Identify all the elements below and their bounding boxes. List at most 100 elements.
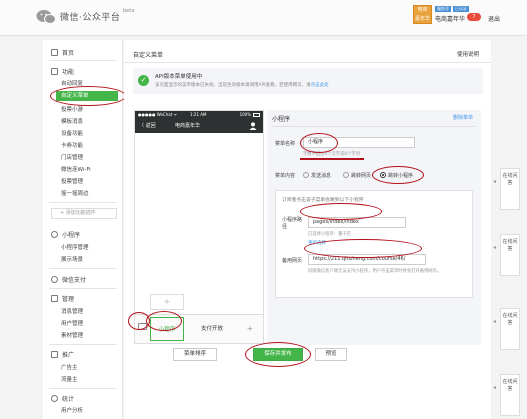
sidebar-section-stats: 统计 bbox=[51, 394, 74, 403]
preview-button[interactable]: 预览 bbox=[315, 348, 347, 361]
section-title: 统计 bbox=[62, 396, 75, 403]
link-icon bbox=[51, 231, 58, 238]
check-icon: ✓ bbox=[138, 75, 149, 86]
sidebar-section-miniprogram: 小程序 bbox=[51, 230, 80, 239]
sidebar-item-card[interactable]: 卡券功能 bbox=[61, 141, 83, 149]
arrow-left-icon: ◂ bbox=[493, 318, 497, 325]
annotation-ring-path bbox=[300, 203, 382, 220]
back-button: 〈 返回 bbox=[139, 123, 156, 129]
sidebar-item-label: 首页 bbox=[62, 50, 75, 57]
section-title: 管理 bbox=[62, 296, 75, 303]
divider bbox=[49, 388, 117, 389]
phone-preview: ●●●●● WeChat ᯤ 1:21 AM 100% 〈 返回 电商嘉年华 +… bbox=[134, 110, 264, 344]
signal-indicator: ●●●●● WeChat ᯤ bbox=[138, 112, 178, 117]
sidebar-item-messages[interactable]: 消息管理 bbox=[61, 307, 83, 315]
breadcrumb: 自定义菜单 bbox=[133, 52, 164, 59]
menu-tab-pay[interactable]: 支付开放 bbox=[187, 317, 237, 341]
sidebar-item-scenes[interactable]: 展示场景 bbox=[61, 255, 83, 263]
platform-title: 微信·公众平台 bbox=[60, 13, 121, 23]
feedback-button[interactable]: 在线问答 bbox=[500, 234, 520, 276]
battery-level: 100% bbox=[239, 112, 251, 117]
main-panel: 自定义菜单 使用说明 ✓ API版本菜单使用中 该页面显示的菜单版本已失效。当前… bbox=[124, 40, 491, 419]
sidebar-item-mp-manage[interactable]: 小程序管理 bbox=[61, 243, 89, 251]
page-root: 微信·公众平台 beta 电商 嘉年华 服务号 已认证 电商嘉年华 7 退出 首页… bbox=[0, 0, 527, 419]
menu-edit-panel: 小程序 删除菜单 菜单名称 小程序 字数不超过4个汉字或8个字母 菜单内容 发送… bbox=[267, 110, 481, 345]
radio-label: 跳转网页 bbox=[351, 173, 372, 179]
notice-title: API版本菜单使用中 bbox=[155, 74, 203, 80]
add-submenu-button[interactable]: + bbox=[150, 294, 184, 310]
home-icon bbox=[51, 49, 58, 56]
sidebar-item-vote-manage[interactable]: 投票管理 bbox=[61, 177, 83, 185]
megaphone-icon bbox=[51, 351, 58, 358]
menu-sort-button[interactable]: 菜单排序 bbox=[173, 348, 217, 361]
menu-content-label: 菜单内容 bbox=[275, 173, 296, 179]
add-menu-button[interactable]: + bbox=[239, 317, 261, 341]
grid-icon bbox=[51, 68, 58, 75]
folder-icon bbox=[51, 295, 58, 302]
backup-label: 备用网页 bbox=[282, 258, 303, 264]
account-name[interactable]: 电商嘉年华 bbox=[435, 14, 465, 23]
notice-text: 该页面显示的菜单版本已失效。当前生效版本请调用API查看。若使用网页，请 bbox=[155, 83, 311, 88]
annotation-underline-hint bbox=[300, 158, 364, 160]
notice-desc: 该页面显示的菜单版本已失效。当前生效版本请调用API查看。若使用网页，请点击此处 bbox=[155, 82, 329, 88]
sidebar-item-advertiser[interactable]: 广告主 bbox=[61, 363, 78, 371]
pay-icon bbox=[51, 276, 58, 283]
sidebar-section-pay[interactable]: 微信支付 bbox=[51, 275, 86, 284]
arrow-left-icon: ◂ bbox=[493, 244, 497, 251]
account-avatar[interactable]: 电商 嘉年华 bbox=[413, 5, 432, 24]
sub-desc: 订阅者点击该子菜单会跳到以下小程序 bbox=[282, 198, 364, 203]
sidebar-item-publisher[interactable]: 流量主 bbox=[61, 375, 78, 383]
sidebar-item-user-analysis[interactable]: 用户分析 bbox=[61, 406, 83, 414]
divider bbox=[272, 126, 476, 127]
sidebar-section-promote: 推广 bbox=[51, 350, 74, 359]
divider bbox=[49, 60, 117, 61]
radio-icon bbox=[343, 172, 349, 178]
feedback-button[interactable]: 在线问答 bbox=[500, 374, 520, 416]
radio-send-message[interactable]: 发送消息 bbox=[303, 172, 331, 179]
phone-title: 电商嘉年华 bbox=[175, 123, 201, 129]
stats-icon bbox=[51, 395, 58, 402]
account-tags: 服务号 已认证 bbox=[435, 6, 471, 12]
message-badge[interactable]: 7 bbox=[467, 13, 481, 21]
section-title: 微信支付 bbox=[62, 277, 87, 284]
sidebar-item-materials[interactable]: 素材管理 bbox=[61, 331, 83, 339]
notice-link[interactable]: 点击此处 bbox=[311, 83, 329, 88]
sidebar-item-shake[interactable]: 摇一摇周边 bbox=[61, 189, 89, 197]
sidebar-item-vote[interactable]: 投票小游 bbox=[61, 105, 83, 113]
radio-label: 发送消息 bbox=[311, 173, 332, 179]
section-title: 功能 bbox=[62, 69, 75, 76]
path-hint: 已选择小程序：量子店 bbox=[308, 232, 351, 237]
annotation-ring-miniprogram-option bbox=[372, 166, 424, 184]
sidebar-item-template-msg[interactable]: 模板消息 bbox=[61, 117, 83, 125]
sidebar-item-users[interactable]: 用户管理 bbox=[61, 319, 83, 327]
wechat-logo-icon[interactable] bbox=[36, 9, 56, 25]
battery-icon bbox=[253, 113, 260, 117]
feedback-button[interactable]: 在线问答 bbox=[500, 168, 520, 210]
beta-tag: beta bbox=[123, 8, 135, 14]
annotation-ring-name bbox=[300, 133, 338, 153]
divider bbox=[124, 62, 491, 63]
radio-jump-web[interactable]: 跳转网页 bbox=[343, 172, 371, 179]
divider bbox=[49, 344, 117, 345]
arrow-left-icon: ◂ bbox=[493, 178, 497, 185]
divider bbox=[49, 268, 117, 269]
phone-status-bar: ●●●●● WeChat ᯤ 1:21 AM 100% bbox=[135, 111, 263, 119]
feedback-button[interactable]: 在线问答 bbox=[500, 308, 520, 350]
divider bbox=[49, 288, 117, 289]
help-link[interactable]: 使用说明 bbox=[457, 50, 479, 58]
menu-name-label: 菜单名称 bbox=[275, 141, 296, 147]
path-label: 小程序路径 bbox=[282, 217, 303, 230]
service-tag: 服务号 bbox=[435, 6, 451, 12]
sidebar-section-manage: 管理 bbox=[51, 294, 74, 303]
sidebar-item-wifi[interactable]: 微信连Wi-Fi bbox=[61, 165, 91, 173]
verified-tag: 已认证 bbox=[453, 6, 469, 12]
backup-hint: 旧版微信客户端无法支持小程序，用户点击菜单时将会打开备用网页。 bbox=[308, 269, 442, 274]
top-bar: 微信·公众平台 beta 电商 嘉年华 服务号 已认证 电商嘉年华 7 退出 bbox=[0, 0, 527, 36]
delete-menu-link[interactable]: 删除菜单 bbox=[453, 114, 473, 121]
add-plugin-button[interactable]: + 添加功能插件 bbox=[51, 208, 117, 219]
sidebar-item-store[interactable]: 门店管理 bbox=[61, 153, 83, 161]
logout-link[interactable]: 退出 bbox=[488, 14, 500, 23]
sidebar-item-device[interactable]: 设备功能 bbox=[61, 129, 83, 137]
sidebar-item-home[interactable]: 首页 bbox=[51, 48, 74, 57]
radio-icon bbox=[303, 172, 309, 178]
